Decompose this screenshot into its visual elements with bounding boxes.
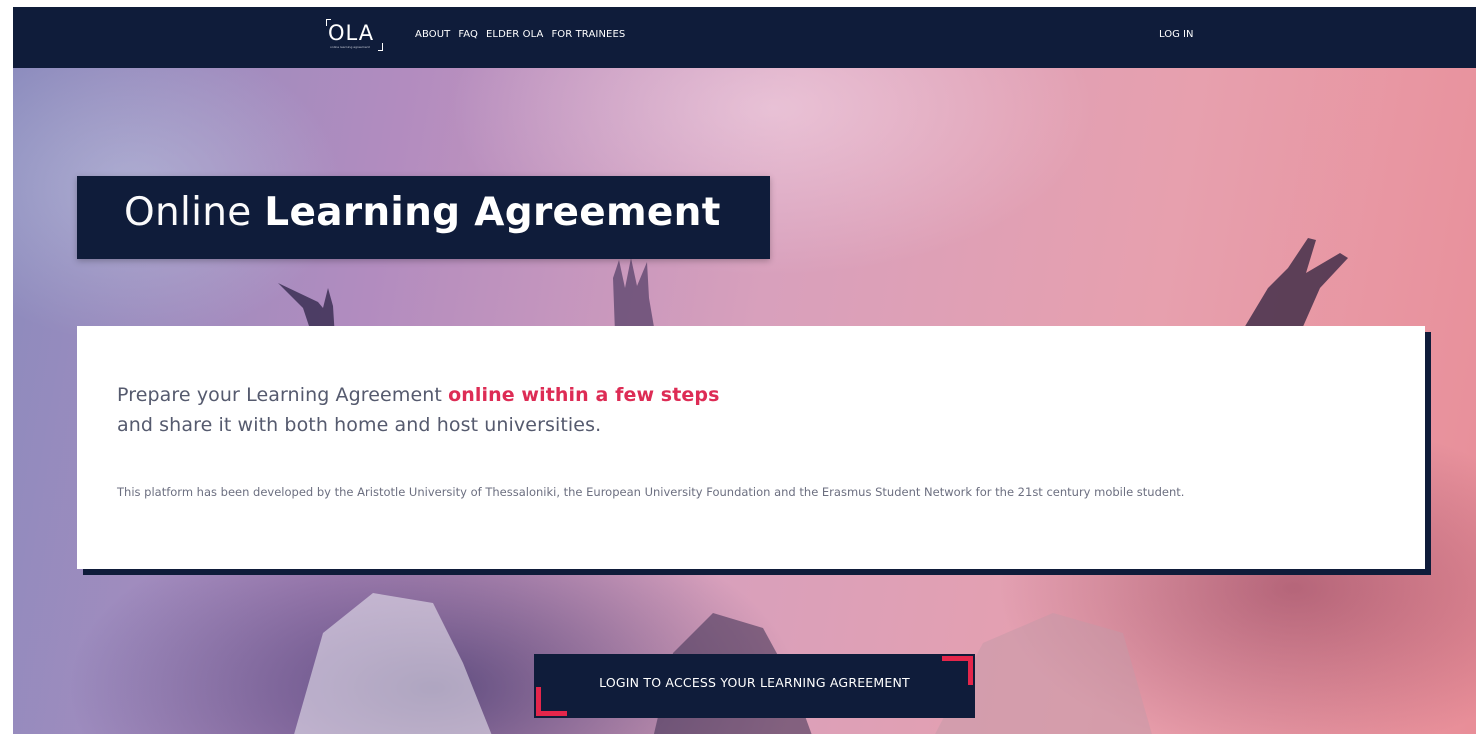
nav-faq[interactable]: FAQ xyxy=(458,29,478,40)
title-light: Online xyxy=(124,190,265,235)
login-cta-button[interactable]: LOGIN TO ACCESS YOUR LEARNING AGREEMENT xyxy=(534,654,975,718)
hero-section: Online Learning Agreement Prepare your L… xyxy=(13,68,1476,734)
title-bold: Learning Agreement xyxy=(264,190,721,235)
hand-silhouette-icon xyxy=(613,258,655,333)
nav-elder-ola[interactable]: ELDER OLA xyxy=(486,29,543,40)
ola-logo[interactable]: OLA online learning agreement xyxy=(326,19,386,55)
lead-line-2: and share it with both home and host uni… xyxy=(117,414,602,436)
nav-links: ABOUT FAQ ELDER OLA FOR TRAINEES xyxy=(415,29,625,40)
cta-corner-bottom-left xyxy=(536,687,567,716)
nav-for-trainees[interactable]: FOR TRAINEES xyxy=(551,29,625,40)
cta-corner-top-right xyxy=(942,656,973,685)
info-card: Prepare your Learning Agreement online w… xyxy=(77,326,1425,569)
navbar: OLA online learning agreement ABOUT FAQ … xyxy=(13,7,1476,68)
nav-login[interactable]: LOG IN xyxy=(1159,29,1193,40)
page: OLA online learning agreement ABOUT FAQ … xyxy=(13,7,1476,734)
logo-subtext: online learning agreement xyxy=(330,45,370,49)
lead-line-1-start: Prepare your Learning Agreement xyxy=(117,384,449,406)
lead-text: Prepare your Learning Agreement online w… xyxy=(117,380,720,440)
nav-about[interactable]: ABOUT xyxy=(415,29,450,40)
title-banner: Online Learning Agreement xyxy=(77,176,770,259)
logo-text: OLA xyxy=(328,21,375,45)
logo-bracket-bottom xyxy=(378,43,383,51)
page-title: Online Learning Agreement xyxy=(124,190,721,235)
cta-label: LOGIN TO ACCESS YOUR LEARNING AGREEMENT xyxy=(599,675,910,690)
lead-accent: online within a few steps xyxy=(448,384,720,406)
platform-description: This platform has been developed by the … xyxy=(117,485,1185,499)
hand-silhouette-icon xyxy=(1238,238,1348,338)
lead-line-1: Prepare your Learning Agreement online w… xyxy=(117,380,720,410)
